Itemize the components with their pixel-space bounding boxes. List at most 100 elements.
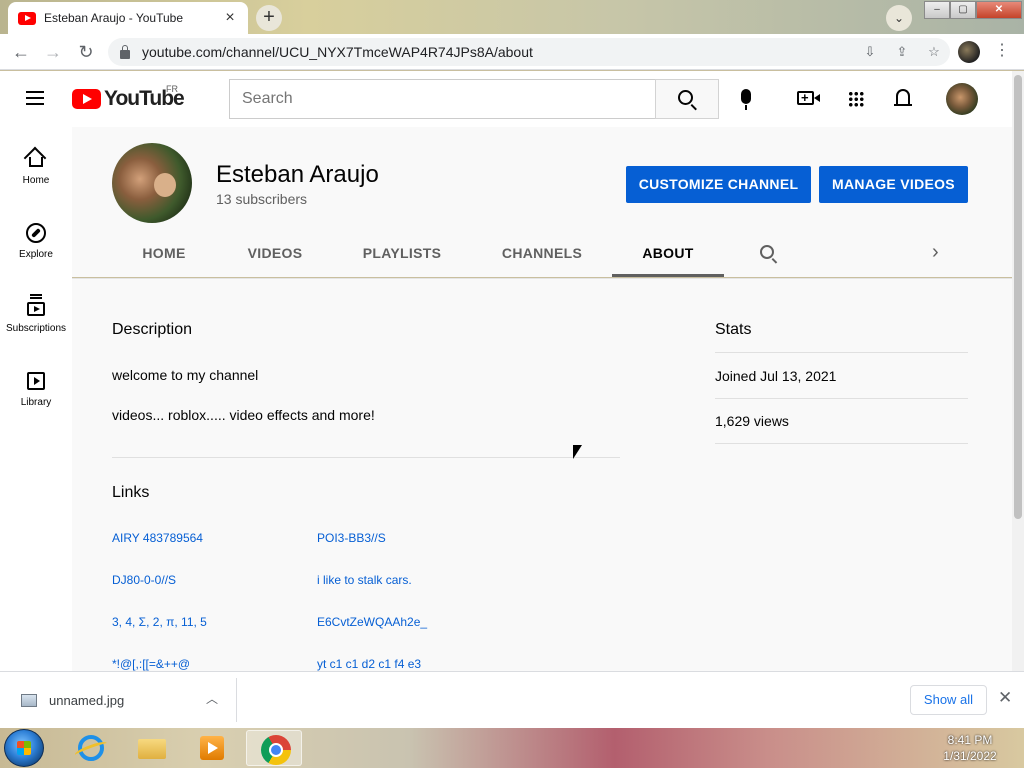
taskbar-media-player[interactable] (182, 730, 238, 766)
youtube-logo[interactable]: YouTube FR (72, 84, 185, 111)
channel-link[interactable]: POI3-BB3//S (317, 531, 386, 545)
browser-menu-icon[interactable]: ⋮ (994, 40, 1010, 60)
new-tab-button[interactable]: + (256, 5, 282, 31)
create-video-icon[interactable]: + (797, 90, 820, 105)
tab-about[interactable]: ABOUT (612, 231, 724, 277)
address-bar[interactable]: youtube.com/channel/UCU_NYX7TmceWAP4R74J… (108, 38, 950, 66)
search-input[interactable] (229, 79, 656, 119)
browser-tab[interactable]: Esteban Araujo - YouTube × (8, 2, 248, 34)
tab-channels[interactable]: CHANNELS (486, 231, 598, 277)
image-file-icon (21, 694, 37, 707)
account-avatar[interactable] (946, 83, 978, 115)
bookmark-star-icon[interactable]: ☆ (918, 44, 950, 60)
view-count: 1,629 views (715, 413, 789, 429)
description-heading: Description (112, 321, 193, 338)
sidebar-item-label: Library (20, 397, 52, 408)
browser-tab-strip: Esteban Araujo - YouTube × + ⌄ – ▢ ✕ (0, 0, 1024, 34)
apps-grid-icon[interactable] (848, 91, 864, 107)
scrollbar-thumb[interactable] (1014, 75, 1022, 519)
close-window-icon[interactable]: ✕ (976, 1, 1022, 19)
tab-search-icon[interactable]: ⌄ (886, 5, 912, 31)
taskbar-chrome[interactable] (246, 730, 302, 766)
close-tab-icon[interactable]: × (222, 9, 238, 27)
back-arrow-icon[interactable]: ← (9, 40, 33, 64)
sidebar-item-label: Explore (19, 249, 53, 260)
channel-link[interactable]: i like to stalk cars. (317, 573, 412, 587)
channel-name: Esteban Araujo (216, 161, 379, 188)
notifications-bell-icon[interactable] (894, 89, 912, 106)
tab-playlists[interactable]: PLAYLISTS (348, 231, 456, 277)
customize-channel-button[interactable]: CUSTOMIZE CHANNEL (626, 166, 811, 203)
channel-link[interactable]: E6CvtZeWQAAh2e_ (317, 615, 427, 629)
download-filename[interactable]: unnamed.jpg (49, 693, 124, 708)
joined-date: Joined Jul 13, 2021 (715, 368, 837, 384)
compass-icon (26, 223, 46, 243)
taskbar-file-explorer[interactable] (122, 730, 178, 766)
channel-link[interactable]: *!@[,:[[=&++@ (112, 657, 190, 671)
media-player-icon (200, 736, 224, 760)
subscriber-count: 13 subscribers (216, 191, 308, 207)
lock-icon[interactable] (120, 44, 130, 59)
taskbar-internet-explorer[interactable] (62, 730, 118, 766)
chevron-up-icon[interactable]: ︿ (206, 690, 218, 707)
channel-link[interactable]: yt c1 c1 d2 c1 f4 e3 (317, 657, 421, 671)
chevron-right-icon[interactable]: › (932, 241, 939, 264)
tab-title: Esteban Araujo - YouTube (44, 11, 183, 25)
mouse-cursor-icon (573, 445, 582, 459)
search-button[interactable] (655, 79, 719, 119)
forward-arrow-icon[interactable]: → (41, 40, 65, 64)
divider (112, 457, 620, 458)
close-icon[interactable]: ✕ (998, 688, 1012, 708)
downloads-bar: unnamed.jpg ︿ Show all ✕ (0, 671, 1024, 728)
share-icon[interactable]: ⇪ (886, 44, 918, 60)
browser-profile-avatar[interactable] (958, 41, 980, 63)
clock-date: 1/31/2022 (943, 749, 997, 763)
url-text[interactable]: youtube.com/channel/UCU_NYX7TmceWAP4R74J… (142, 44, 854, 60)
search-icon (678, 90, 693, 105)
channel-tabs: HOME VIDEOS PLAYLISTS CHANNELS ABOUT › (72, 231, 1012, 277)
description-line: videos... roblox..... video effects and … (112, 407, 375, 423)
links-heading: Links (112, 484, 150, 501)
library-icon (27, 372, 45, 390)
install-app-icon[interactable]: ⇩ (854, 44, 886, 60)
divider (236, 678, 237, 722)
channel-link[interactable]: AIRY 483789564 (112, 531, 203, 545)
youtube-play-icon (72, 89, 101, 109)
about-section: Description welcome to my channel videos… (72, 278, 1012, 671)
start-button[interactable] (4, 729, 44, 767)
sidebar-item-library[interactable]: Library (0, 349, 72, 423)
system-clock[interactable]: 8:41 PM 1/31/2022 (920, 732, 1020, 764)
tab-home[interactable]: HOME (124, 231, 204, 277)
reload-icon[interactable]: ↻ (74, 40, 98, 64)
windows-taskbar: 8:41 PM 1/31/2022 (0, 728, 1024, 768)
youtube-header: YouTube FR + (0, 71, 1012, 127)
divider (715, 398, 968, 399)
sidebar-item-label: Subscriptions (5, 323, 67, 334)
sidebar-item-label: Home (22, 175, 50, 186)
address-toolbar: ← → ↻ youtube.com/channel/UCU_NYX7TmceWA… (0, 34, 1024, 70)
channel-link[interactable]: 3, 4, Σ, 2, π, 11, 5 (112, 615, 207, 629)
channel-avatar[interactable] (112, 143, 192, 223)
stats-heading: Stats (715, 321, 752, 338)
maximize-icon[interactable]: ▢ (950, 1, 976, 19)
microphone-icon[interactable] (741, 89, 751, 110)
side-nav: Home Explore Subscriptions Library (0, 127, 72, 671)
minimize-icon[interactable]: – (924, 1, 950, 19)
sidebar-item-subscriptions[interactable]: Subscriptions (0, 275, 72, 349)
channel-search-icon[interactable] (760, 245, 774, 259)
tab-videos[interactable]: VIDEOS (232, 231, 318, 277)
divider (715, 443, 968, 444)
manage-videos-button[interactable]: MANAGE VIDEOS (819, 166, 968, 203)
clock-time: 8:41 PM (947, 733, 993, 747)
hamburger-menu-icon[interactable] (26, 91, 44, 105)
chrome-icon (261, 735, 291, 765)
window-controls: – ▢ ✕ (924, 1, 1022, 19)
sidebar-item-explore[interactable]: Explore (0, 201, 72, 275)
channel-header: Esteban Araujo 13 subscribers CUSTOMIZE … (72, 127, 1012, 277)
show-all-button[interactable]: Show all (910, 685, 987, 715)
folder-icon (138, 739, 166, 759)
sidebar-item-home[interactable]: Home (0, 127, 72, 201)
channel-link[interactable]: DJ80-0-0//S (112, 573, 176, 587)
youtube-favicon-icon (18, 11, 36, 25)
subscriptions-icon (27, 297, 45, 316)
